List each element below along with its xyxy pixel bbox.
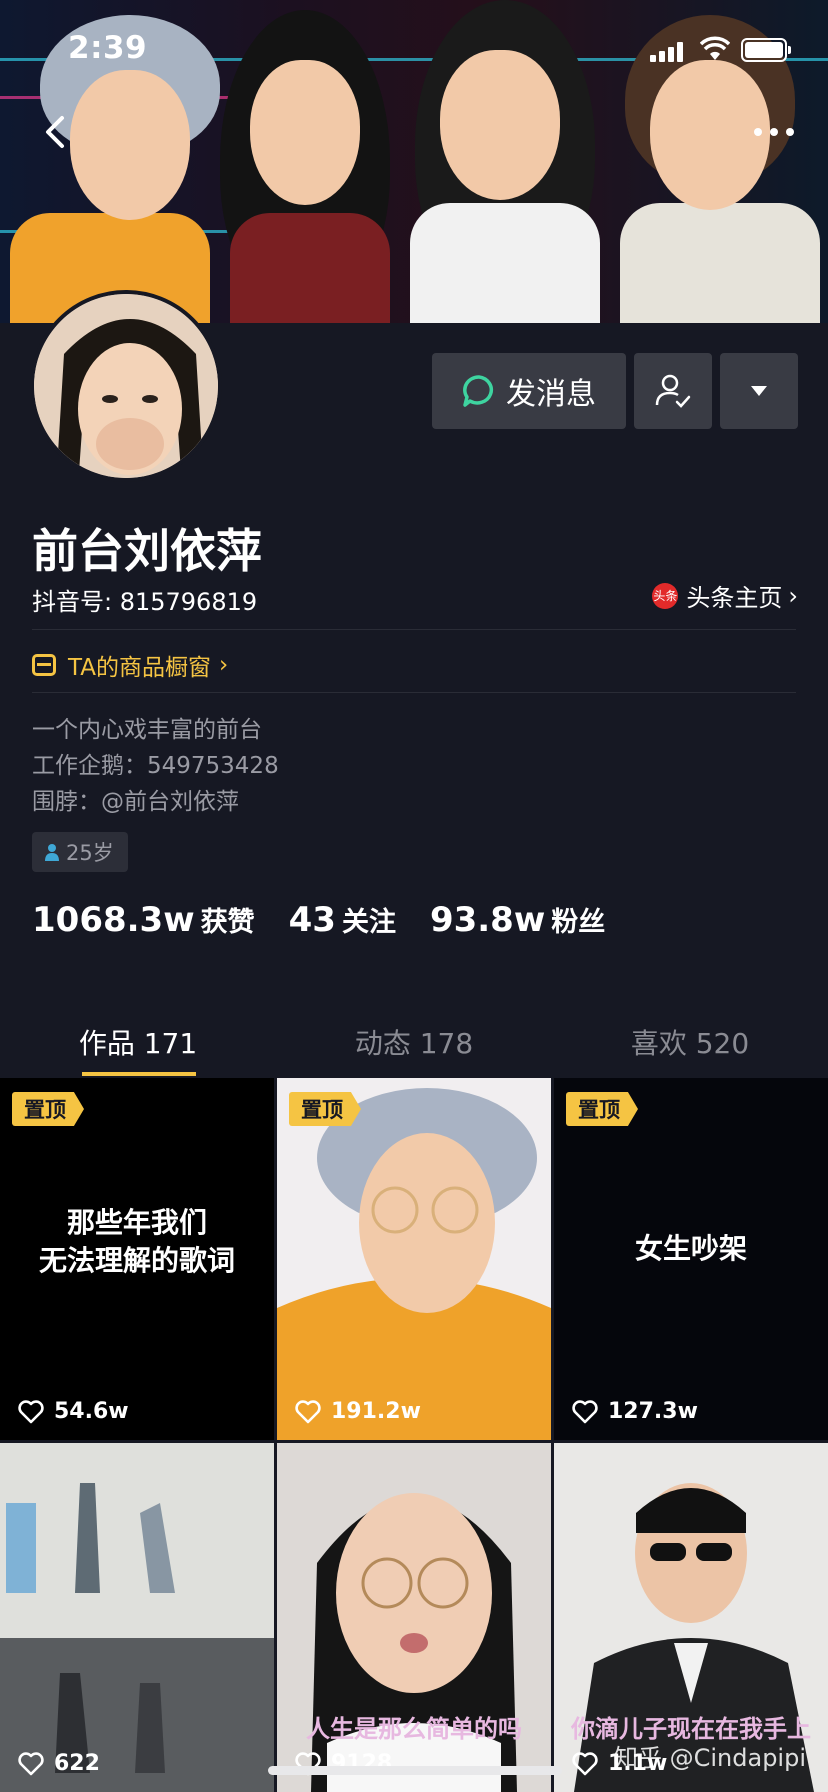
- heart-icon: [18, 1751, 44, 1775]
- user-check-icon: [655, 374, 691, 408]
- status-bar: 2:39: [0, 0, 828, 100]
- divider: [32, 629, 796, 630]
- chevron-right-icon: ›: [788, 581, 798, 610]
- recommend-dropdown-button[interactable]: [720, 353, 798, 429]
- heart-icon: [295, 1399, 321, 1423]
- toutiao-icon: 头条: [652, 582, 679, 609]
- shop-label: TA的商品橱窗: [68, 655, 211, 681]
- chat-bubble-icon: [463, 375, 494, 407]
- cover-text: 女生吵架: [634, 1232, 747, 1265]
- video-thumbnail: [277, 1078, 551, 1440]
- heart-icon: [572, 1751, 598, 1775]
- age-tag: 25岁: [32, 832, 128, 872]
- tab-likes[interactable]: 喜欢 520: [552, 1000, 828, 1078]
- bio-line: 围脖：@前台刘依萍: [32, 789, 239, 815]
- like-count: 191.2w: [295, 1399, 421, 1424]
- toutiao-homepage-link[interactable]: 头条 头条主页 ›: [652, 578, 798, 613]
- triangle-down-icon: [751, 386, 767, 396]
- back-arrow-icon[interactable]: [36, 110, 76, 154]
- cellular-signal-icon: [650, 40, 686, 62]
- avatar[interactable]: [30, 290, 222, 482]
- home-indicator[interactable]: [268, 1766, 562, 1775]
- watermark: 知乎 @Cindapipi: [613, 1744, 806, 1772]
- cover-text: 无法理解的歌词: [38, 1244, 235, 1277]
- profile-nickname: 前台刘依萍: [32, 524, 262, 578]
- wifi-icon: [700, 36, 730, 60]
- toutiao-label: 头条主页: [686, 584, 783, 612]
- stat-label: 获赞: [200, 907, 255, 938]
- battery-icon: [741, 38, 791, 62]
- like-count: 622: [18, 1751, 100, 1776]
- video-grid: 那些年我们 无法理解的歌词 置顶 54.6w 置顶 191.2w 女生吵架 置顶…: [0, 1078, 828, 1792]
- send-message-button[interactable]: 发消息: [432, 353, 626, 429]
- bio-line: 工作企鹅：549753428: [32, 753, 279, 779]
- stat-value: 93.8w: [429, 900, 546, 940]
- like-count-value: 191.2w: [331, 1399, 421, 1424]
- age-label: 25岁: [66, 841, 114, 865]
- status-time: 2:39: [68, 30, 148, 66]
- like-count-value: 54.6w: [54, 1399, 129, 1424]
- like-count-value: 127.3w: [608, 1399, 698, 1424]
- shop-icon: [32, 654, 56, 676]
- douyin-id: 抖音号: 815796819: [32, 588, 258, 616]
- heart-icon: [18, 1399, 44, 1423]
- cover-text: 那些年我们: [66, 1206, 207, 1239]
- more-options-icon[interactable]: [752, 118, 796, 144]
- followers-count-stat[interactable]: 93.8w 粉丝: [430, 900, 605, 940]
- stat-label: 粉丝: [551, 907, 606, 938]
- person-icon: [45, 844, 59, 861]
- chevron-right-icon: ›: [219, 652, 229, 678]
- profile-stats: 1068.3w 获赞 43 关注 93.8w 粉丝: [32, 900, 639, 940]
- send-message-label: 发消息: [506, 377, 596, 412]
- active-tab-indicator: [82, 1072, 196, 1076]
- like-count: 54.6w: [18, 1399, 129, 1424]
- profile-banner: 2:39: [0, 0, 828, 323]
- video-thumbnail: [0, 1443, 274, 1792]
- stat-label: 关注: [341, 907, 396, 938]
- like-count: 127.3w: [572, 1399, 698, 1424]
- tab-moments[interactable]: 动态 178: [276, 1000, 552, 1078]
- divider: [32, 692, 796, 693]
- heart-icon: [572, 1399, 598, 1423]
- following-count-stat[interactable]: 43 关注: [289, 900, 396, 940]
- video-tile[interactable]: 622: [0, 1443, 274, 1792]
- video-tile[interactable]: 人生是那么简单的吗 9128: [277, 1443, 551, 1792]
- pinned-badge: 置顶: [12, 1092, 84, 1126]
- pinned-badge: 置顶: [289, 1092, 361, 1126]
- like-count-value: 622: [54, 1751, 100, 1776]
- video-tile[interactable]: 置顶 191.2w: [277, 1078, 551, 1440]
- content-tabs: 作品 171 动态 178 喜欢 520: [0, 1000, 828, 1078]
- video-caption: 人生是那么简单的吗: [306, 1715, 522, 1743]
- video-tile[interactable]: 女生吵架 置顶 127.3w: [554, 1078, 828, 1440]
- avatar-image: [34, 294, 218, 478]
- follow-user-button[interactable]: [634, 353, 712, 429]
- stat-value: 43: [288, 900, 336, 940]
- likes-count-stat: 1068.3w 获赞: [32, 900, 255, 940]
- stat-value: 1068.3w: [32, 900, 195, 940]
- video-tile[interactable]: 那些年我们 无法理解的歌词 置顶 54.6w: [0, 1078, 274, 1440]
- bio-line: 一个内心戏丰富的前台: [32, 717, 262, 743]
- shop-window-link[interactable]: TA的商品橱窗 ›: [32, 648, 228, 682]
- tab-works[interactable]: 作品 171: [0, 1000, 276, 1078]
- pinned-badge: 置顶: [566, 1092, 638, 1126]
